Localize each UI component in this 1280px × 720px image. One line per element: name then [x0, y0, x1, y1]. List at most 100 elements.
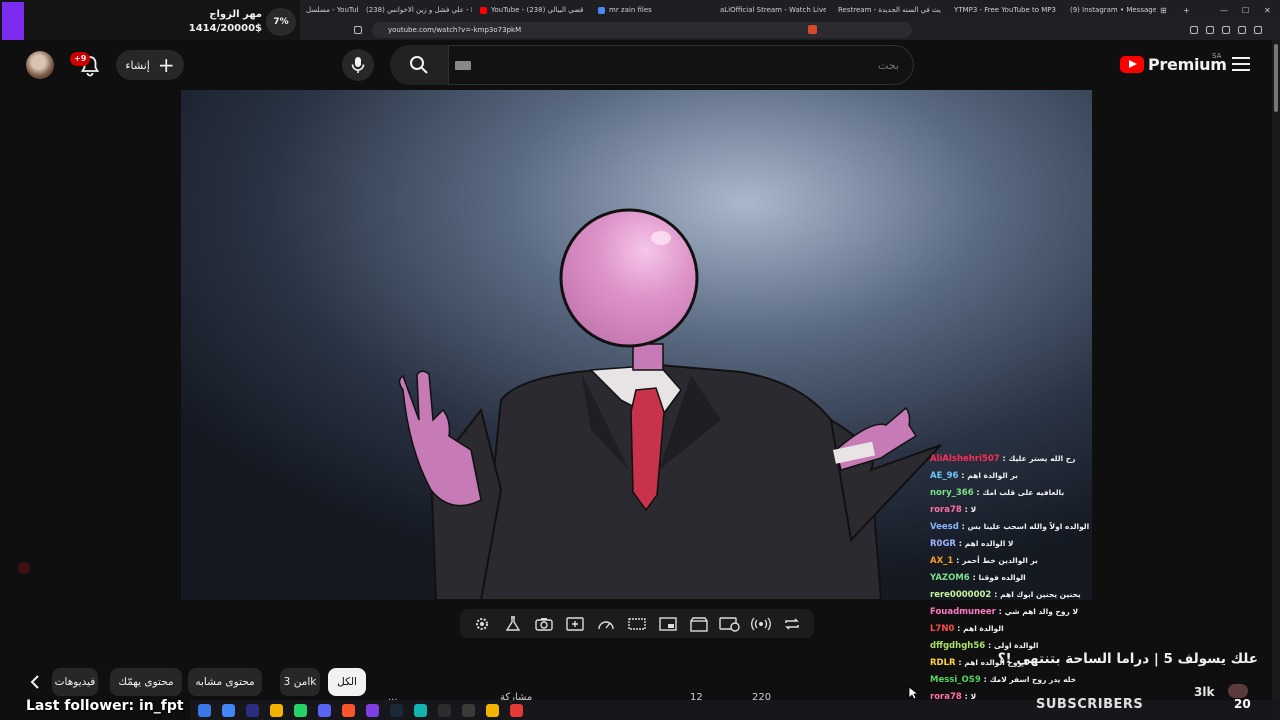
filter-chip[interactable]: فيديوهات: [52, 668, 98, 696]
chat-text: بر الوالدين خط أحمر: [962, 556, 1038, 565]
picture-in-picture-icon[interactable]: [657, 613, 679, 635]
browser-tab[interactable]: (238) علي فشل و زين الاخوانس - II: [362, 4, 472, 16]
taskbar-app-icon[interactable]: [294, 704, 307, 717]
close-window-icon[interactable]: ✕: [1264, 6, 1271, 15]
speedometer-icon[interactable]: [595, 613, 617, 635]
region-code: SA: [1212, 52, 1222, 60]
loop-icon[interactable]: [781, 613, 803, 635]
chat-message: L7N0 : الوالدة اهم: [930, 620, 1090, 637]
new-tab-button[interactable]: +: [1183, 6, 1190, 15]
filter-chip[interactable]: من 3lk: [280, 668, 320, 696]
notification-count-badge: +9: [70, 52, 91, 66]
video-title: علك يسولف 5 | دراما الساحة بتنتهي !؟: [997, 651, 1258, 667]
taskbar-app-icon[interactable]: [342, 704, 355, 717]
brave-shield-icon[interactable]: [808, 25, 817, 34]
filter-chip[interactable]: الكل: [328, 668, 366, 696]
last-follower-overlay: Last follower: in_fpt: [26, 698, 184, 714]
taskbar-app-icon[interactable]: [222, 704, 235, 717]
taskbar-app-icon[interactable]: [198, 704, 211, 717]
filter-chip[interactable]: محتوى مشابه: [188, 668, 262, 696]
mouse-cursor-icon: [908, 686, 918, 700]
account-avatar[interactable]: [26, 51, 54, 79]
taskbar-app-icon[interactable]: [414, 704, 427, 717]
taskbar-app-icon[interactable]: [366, 704, 379, 717]
chat-username: Fouadmuneer: [930, 607, 996, 617]
search-button[interactable]: [390, 45, 448, 85]
chat-username: rora78: [930, 505, 962, 515]
chat-message: R0GR : لا الوالده اهم: [930, 535, 1090, 552]
chat-username: Veesd: [930, 522, 959, 532]
browser-tab[interactable]: YTMP3 - Free YouTube to MP3 Co: [950, 4, 1058, 16]
chat-separator: :: [991, 590, 1001, 599]
clapperboard-icon[interactable]: [688, 613, 710, 635]
settings-icon[interactable]: [471, 613, 493, 635]
browser-menu-icon[interactable]: [1254, 26, 1262, 34]
youtube-play-icon: [1120, 56, 1144, 73]
create-label: إنشاء: [125, 58, 150, 72]
create-button[interactable]: إنشاء +: [116, 50, 184, 80]
tab-label: mr zain files: [609, 6, 652, 14]
mahr-progress-bar: [2, 2, 24, 44]
live-broadcast-icon[interactable]: [750, 613, 772, 635]
chat-username: AE_96: [930, 471, 959, 481]
cast-icon[interactable]: [719, 613, 741, 635]
browser-tab[interactable]: Restream - أول يث في السنه الجديدة: [834, 4, 942, 16]
chat-text: بالعافيه على قلب امك: [982, 488, 1065, 497]
hamburger-menu-icon[interactable]: [1232, 56, 1250, 72]
vpn-icon[interactable]: [1238, 26, 1246, 34]
filter-chip[interactable]: محتوى يهمّك: [110, 668, 182, 696]
sidebar-icon[interactable]: [1206, 26, 1214, 34]
url-field[interactable]: youtube.com/watch?v=-kmp3o73pkM: [372, 22, 912, 38]
taskbar-app-icon[interactable]: [438, 704, 451, 717]
page-scrollbar[interactable]: [1272, 40, 1280, 720]
wallet-icon[interactable]: [1222, 26, 1230, 34]
browser-tab[interactable]: mr zain files: [598, 4, 708, 16]
tab-label: YTMP3 - Free YouTube to MP3 Co: [954, 6, 1058, 14]
voice-search-button[interactable]: [342, 49, 374, 81]
browser-tab[interactable]: (9) Instagram • Messages: [1066, 4, 1156, 16]
keyboard-icon[interactable]: [455, 61, 471, 70]
taskbar-app-icon[interactable]: [270, 704, 283, 717]
camera-icon[interactable]: [533, 613, 555, 635]
add-box-icon[interactable]: [564, 613, 586, 635]
bookmark-icon[interactable]: [354, 26, 362, 34]
browser-tab[interactable]: aLiOfficial Stream - Watch Live: [716, 4, 826, 16]
taskbar-app-icon[interactable]: [318, 704, 331, 717]
chat-username: R0GR: [930, 539, 956, 549]
chat-separator: :: [995, 607, 1005, 616]
music-icon[interactable]: [1190, 26, 1198, 34]
browser-tab[interactable]: مسلسل - YouTube: [302, 4, 358, 16]
maximize-icon[interactable]: ☐: [1242, 6, 1249, 15]
flask-icon[interactable]: [502, 613, 524, 635]
youtube-premium-logo[interactable]: Premium: [1120, 55, 1227, 74]
channel-avatar: [1228, 684, 1248, 698]
scrollbar-thumb[interactable]: [1274, 44, 1278, 112]
chevron-left-icon: [30, 675, 39, 689]
chat-separator: :: [953, 556, 963, 565]
extensions-icon[interactable]: ⊞: [1160, 6, 1167, 15]
browser-tab[interactable]: YouTube - قصي البيالي (238): [480, 4, 590, 16]
search-input[interactable]: [448, 45, 914, 85]
live-chat-overlay: AliAlshehri507 : رح الله يستر عليك AE_96 …: [930, 450, 1090, 720]
chat-text: لا الوالده اهم: [964, 539, 1014, 548]
chat-text: لا روح والد اهم شي: [1004, 607, 1079, 616]
chat-username: rere0000002: [930, 590, 992, 600]
chat-username: YAZOM6: [930, 573, 970, 583]
taskbar-app-icon[interactable]: [510, 704, 523, 717]
chat-username: Messi_OS9: [930, 675, 981, 685]
chat-message: Veesd : الوالده اولاً والله اسحب علينا ب…: [930, 518, 1090, 535]
chat-separator: :: [958, 471, 968, 480]
tab-favicon-icon: [480, 6, 487, 14]
taskbar-app-icon[interactable]: [462, 704, 475, 717]
mahr-goal-widget: [0, 0, 300, 44]
chips-scroll-prev-button[interactable]: [24, 670, 46, 694]
taskbar-app-icon[interactable]: [246, 704, 259, 717]
chat-message: rere0000002 : يحنين يحنين ابوك اهم: [930, 586, 1090, 603]
subtitles-icon[interactable]: [626, 613, 648, 635]
taskbar-app-icon[interactable]: [390, 704, 403, 717]
subscribers-label: SUBSCRIBERS: [1036, 697, 1144, 712]
recording-indicator: [18, 562, 30, 574]
minimize-icon[interactable]: —: [1220, 6, 1228, 15]
channel-name: 3lk: [1194, 685, 1215, 699]
taskbar-app-icon[interactable]: [486, 704, 499, 717]
